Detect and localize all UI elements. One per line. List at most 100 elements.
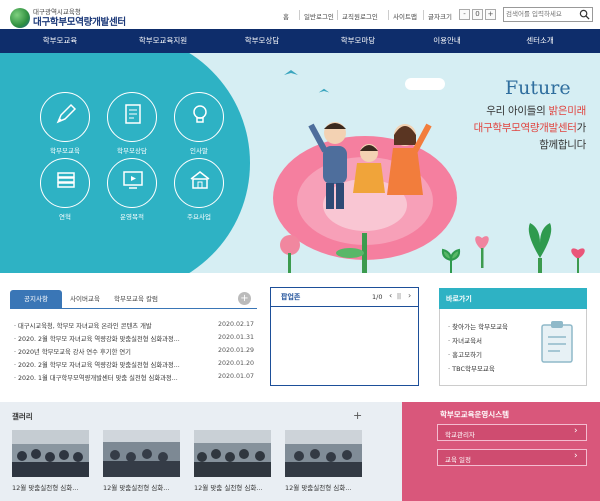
hero-circle-counseling[interactable] [107,92,157,142]
heart-flower-illustration [571,248,585,273]
quick-link-label[interactable]: 홍고모하기 [452,351,482,359]
notice-date: 2020.01.20 [218,360,255,367]
gallery-title: 갤러리 [12,412,33,421]
quick-link-label[interactable]: 찾아가는 학부모교육 [452,323,508,331]
hero-circle-label: 인사말 [190,147,208,155]
nav-item-counseling[interactable]: 학부모상담 [222,29,302,53]
chevron-right-icon: › [574,426,578,436]
hero-circle-purpose[interactable] [107,158,157,208]
gallery-thumbnail[interactable] [103,430,180,477]
gallery-caption[interactable]: 12월 맞춤 실천형 심화... [194,482,263,492]
list-item[interactable]: · 대구시교육청, 학부모 자녀교육 온라인 콘텐츠 개발 [14,321,194,330]
gallery-caption[interactable]: 12월 맞춤실천형 심화... [285,482,351,492]
hero-circle-greeting[interactable] [174,92,224,142]
lightbulb-icon [193,105,207,123]
video-screen-icon [123,171,143,189]
school-building-icon [190,171,210,189]
util-login[interactable]: 일반로그인 [304,11,334,21]
tab-notices[interactable]: 공지사항 [10,290,62,308]
heart-flower-illustration [475,236,489,268]
hero-tagline-text: 가 [576,122,587,134]
notice-date: 2020.01.29 [218,347,255,354]
hero-tagline-line3: 함께합니다 [539,139,586,151]
family-illustration [308,122,432,209]
nav-item-guide[interactable]: 이용안내 [412,29,482,53]
notice-date: 2020.01.31 [218,334,255,341]
zoom-in-button[interactable]: + [485,9,496,20]
util-home[interactable]: 홈 [283,11,289,21]
gallery-more-button[interactable]: + [353,409,362,422]
zoom-reset-button[interactable]: 0 [472,9,483,20]
quick-link-item[interactable]: · TBC학부모교육 [448,363,495,373]
hero-tagline-line1: 우리 아이들의 밝은미래 [486,103,586,118]
notice-title[interactable]: 2020. 1월 대구학부모역량개발센터 맞춤 실천형 심화과정... [18,375,178,382]
util-sitemap[interactable]: 사이트맵 [393,11,417,21]
tab-column[interactable]: 학부모교육 칼럼 [108,290,164,308]
hero-circle-label: 운영목적 [120,213,144,221]
quick-link-label[interactable]: 자녀교육서 [452,337,482,345]
gallery-caption[interactable]: 12월 맞춤실천형 심화... [12,482,78,492]
leaf-illustration [441,248,461,273]
education-schedule-label: 교육 일정 [445,456,471,464]
nav-item-parent-yard[interactable]: 학부모마당 [318,29,398,53]
quick-link-item[interactable]: · 찾아가는 학부모교육 [448,321,508,331]
hero-tagline-highlight: 밝은미래 [548,105,587,117]
hero-tagline-text: 우리 아이들의 [486,105,549,117]
quick-link-item[interactable]: · 자녀교육서 [448,335,482,345]
popup-pause-button[interactable]: || [397,293,401,300]
logo-icon[interactable] [10,8,30,28]
small-flower-illustration [280,235,300,273]
util-teacher-login[interactable]: 교직원로그인 [342,11,378,21]
popup-counter: 1/0 [372,293,383,301]
nav-item-education-support[interactable]: 학부모교육지원 [118,29,208,53]
util-divider [299,10,300,20]
school-admin-label: 학교관리자 [445,431,475,439]
hero-circle-label: 주요사업 [187,213,211,221]
gallery-caption[interactable]: 12월 맞춤실천형 심화... [103,482,169,492]
notice-title[interactable]: 대구시교육청, 학부모 자녀교육 온라인 콘텐츠 개발 [18,323,152,330]
util-divider [423,10,424,20]
small-flower-illustration [528,223,552,273]
hero-circle-history[interactable] [40,158,90,208]
quick-link-label[interactable]: TBC학부모교육 [452,365,495,373]
clipboard-icon [541,321,573,363]
notice-title[interactable]: 2020. 2월 학부모 자녀교육 역량강화 맞춤실천형 심화과정... [18,362,180,369]
popup-next-button[interactable]: › [408,291,411,300]
list-item[interactable]: · 2020. 2월 학부모 자녀교육 역량강화 맞춤실천형 심화과정... [14,334,194,343]
zoom-out-button[interactable]: - [459,9,470,20]
hero-circle-label: 학부모교육 [50,147,80,155]
nav-item-about[interactable]: 센터소개 [500,29,580,53]
system-title: 학부모교육운영시스템 [440,410,509,419]
popup-prev-button[interactable]: ‹ [389,291,392,300]
list-item[interactable]: · 2020. 1월 대구학부모역량개발센터 맞춤 실천형 심화과정... [14,373,194,382]
notice-date: 2020.01.07 [218,373,255,380]
notice-title[interactable]: 2020년 학부모교육 강사 연수 후기한 연기 [18,349,131,356]
hero-circle-label: 학부모상담 [117,147,147,155]
gallery-thumbnail[interactable] [194,430,271,477]
search-input[interactable] [506,10,576,18]
tab-cyber-education[interactable]: 사이버교육 [64,290,106,308]
notice-more-button[interactable]: + [238,292,251,305]
list-item[interactable]: · 2020년 학부모교육 강사 연수 후기한 연기 [14,347,194,356]
quick-link-item[interactable]: · 홍고모하기 [448,349,482,359]
pencil-icon [56,103,77,124]
hero-tagline-line2: 대구학부모역량개발센터가 [474,120,587,135]
util-zoom-label: 글자크기 [428,13,452,21]
gallery-thumbnail[interactable] [12,430,89,477]
popup-zone-title: 팝업존 [281,293,301,301]
hero-future-text: Future [505,77,571,99]
books-icon [57,172,75,188]
util-divider [388,10,389,20]
notice-date: 2020.02.17 [218,321,255,328]
nav-item-parent-education[interactable]: 학부모교육 [20,29,100,53]
search-icon[interactable] [579,9,590,20]
hero-circle-label: 연혁 [59,213,71,221]
hero-circle-parent-education[interactable] [40,92,90,142]
list-item[interactable]: · 2020. 2월 학부모 자녀교육 역량강화 맞춤실천형 심화과정... [14,360,194,369]
quick-links-title: 바로가기 [446,295,472,303]
notice-title[interactable]: 2020. 2월 학부모 자녀교육 역량강화 맞춤실천형 심화과정... [18,336,180,343]
hero-circle-main-projects[interactable] [174,158,224,208]
util-divider [337,10,338,20]
logo-title[interactable]: 대구학부모역량개발센터 [33,14,126,28]
gallery-thumbnail[interactable] [285,430,362,477]
